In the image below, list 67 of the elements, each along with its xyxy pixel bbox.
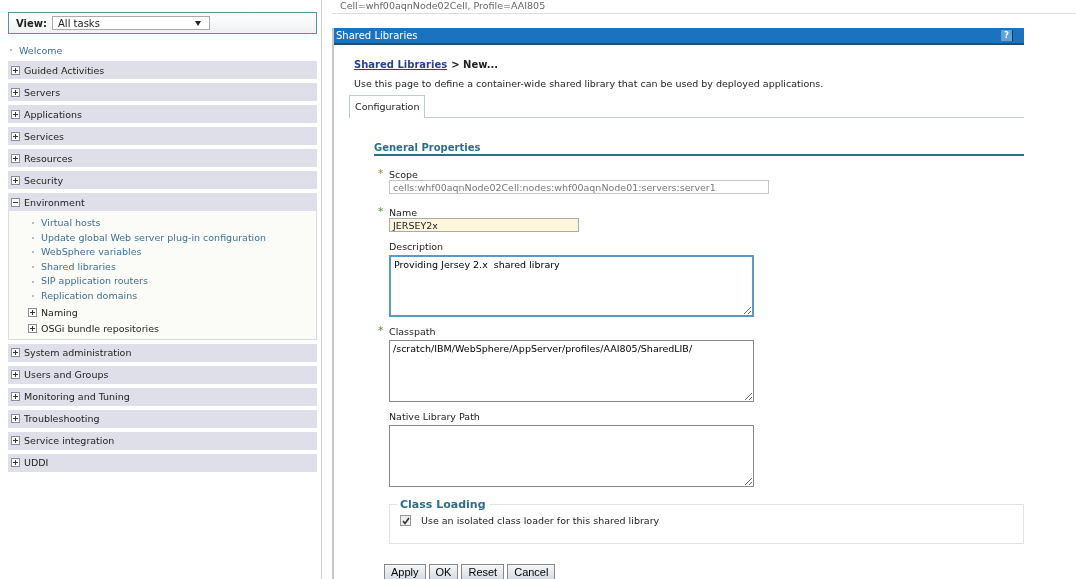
- nav-group-header[interactable]: Users and Groups: [8, 365, 317, 384]
- nav-link[interactable]: Replication domains: [41, 288, 138, 304]
- field-label: Description: [389, 240, 444, 252]
- form-button[interactable]: Apply: [384, 564, 426, 579]
- context-path: Cell=whf00aqnNode02Cell, Profile=AAI805: [332, 0, 1076, 14]
- collapse-icon[interactable]: [11, 197, 20, 207]
- breadcrumb-link[interactable]: Shared Libraries: [354, 59, 448, 70]
- nav-group-header[interactable]: Applications: [8, 105, 317, 123]
- nav-group-header[interactable]: OSGi bundle repositories: [28, 321, 316, 336]
- nav-group-header[interactable]: Servers: [8, 83, 317, 101]
- text-area[interactable]: /scratch/IBM/WebSphere/AppServer/profiles/AAI805/SharedLIB/: [389, 340, 754, 402]
- text-field[interactable]: JERSEY2x: [389, 218, 579, 232]
- nav-group-header[interactable]: Naming: [28, 305, 316, 320]
- text-field[interactable]: cells:whf00aqnNode02Cell:nodes:whf00aqnNode01:servers:server1: [389, 180, 769, 194]
- nav-link[interactable]: Virtual hosts: [41, 216, 101, 231]
- expand-icon[interactable]: [11, 348, 20, 358]
- nav-group-header[interactable]: Resources: [8, 149, 317, 167]
- form-button[interactable]: OK: [428, 564, 459, 579]
- nav-link[interactable]: Welcome: [19, 44, 63, 56]
- form-button[interactable]: Cancel: [507, 564, 556, 579]
- nav-group-header[interactable]: System administration: [8, 343, 317, 362]
- page-description: Use this page to define a container-wide shared library that can be used by deployed applications.: [354, 78, 825, 89]
- tab[interactable]: Configuration: [349, 95, 426, 118]
- nav-link[interactable]: Update global Web server plug-in configuration: [41, 230, 267, 246]
- nav-group-header[interactable]: UDDI: [8, 453, 317, 472]
- panel-header: Shared Libraries ?: [334, 28, 1024, 45]
- required-marker: *: [378, 326, 385, 336]
- expand-icon[interactable]: [11, 131, 20, 141]
- nav-group-header[interactable]: Guided Activities: [8, 61, 317, 79]
- field-label: Classpath: [389, 325, 436, 337]
- expand-icon[interactable]: [11, 436, 20, 446]
- nav-group-header[interactable]: Troubleshooting: [8, 409, 317, 428]
- nav-link[interactable]: WebSphere variables: [41, 245, 142, 260]
- field-label: Name: [389, 206, 418, 218]
- breadcrumb-current: > New...: [451, 59, 499, 70]
- checkbox[interactable]: [400, 515, 411, 526]
- expand-icon[interactable]: [11, 414, 20, 424]
- expand-icon[interactable]: [11, 153, 20, 163]
- nav-link[interactable]: SIP application routers: [41, 274, 148, 289]
- field-label: Scope: [389, 168, 418, 180]
- nav-group-header[interactable]: Services: [8, 127, 317, 145]
- text-area[interactable]: [389, 425, 754, 487]
- group-title: Class Loading: [397, 498, 489, 511]
- required-marker: *: [378, 169, 385, 179]
- view-select[interactable]: All tasks: [52, 16, 210, 30]
- expand-icon[interactable]: [11, 175, 20, 185]
- expand-icon[interactable]: [11, 109, 20, 119]
- text-area[interactable]: Providing Jersey 2.x shared library: [389, 255, 754, 317]
- nav-group-header[interactable]: Security: [8, 171, 317, 189]
- nav-group-header[interactable]: Service integration: [8, 431, 317, 450]
- required-marker: *: [378, 207, 385, 217]
- expand-icon[interactable]: [11, 370, 20, 380]
- expand-icon[interactable]: [11, 458, 20, 468]
- section-heading: General Properties: [374, 142, 1024, 156]
- dropdown-icon[interactable]: [195, 20, 201, 26]
- checkbox-label: Use an isolated class loader for this shared library: [421, 515, 660, 526]
- expand-icon[interactable]: [11, 65, 20, 75]
- expand-icon[interactable]: [11, 392, 20, 402]
- expand-icon[interactable]: [11, 87, 20, 97]
- view-label: View:: [16, 17, 47, 29]
- nav-group-header[interactable]: Environment: [8, 193, 317, 211]
- nav-link[interactable]: Shared libraries: [41, 259, 116, 275]
- expand-icon[interactable]: [28, 308, 37, 318]
- form-button[interactable]: Reset: [461, 564, 505, 579]
- field-label: Native Library Path: [389, 410, 480, 422]
- nav-group-header[interactable]: Monitoring and Tuning: [8, 387, 317, 406]
- expand-icon[interactable]: [28, 324, 37, 334]
